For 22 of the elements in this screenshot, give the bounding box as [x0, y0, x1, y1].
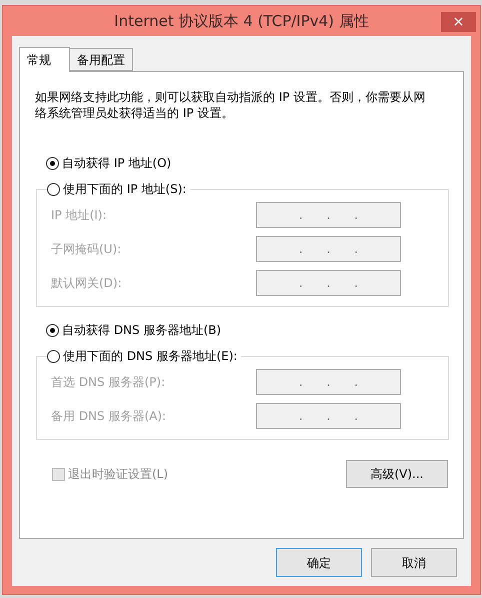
- radio-button[interactable]: [47, 182, 60, 196]
- radio-label: 使用下面的 IP 地址(S):: [63, 181, 186, 198]
- radio-button[interactable]: [46, 156, 59, 170]
- radio-label: 自动获得 DNS 服务器地址(B): [62, 322, 222, 339]
- field-label: 子网掩码(U):: [51, 241, 122, 258]
- radio-label: 使用下面的 DNS 服务器地址(E):: [63, 348, 238, 365]
- field-label: 备用 DNS 服务器(A):: [51, 408, 166, 425]
- dialog-button[interactable]: 确定: [276, 548, 362, 577]
- radio-button[interactable]: [47, 350, 60, 362]
- tab[interactable]: 常规: [19, 47, 70, 72]
- close-button[interactable]: ×: [441, 12, 476, 32]
- field-label: IP 地址(I):: [51, 207, 107, 224]
- field-label: 首选 DNS 服务器(P):: [51, 374, 166, 391]
- checkbox-label: 退出时验证设置(L): [68, 466, 168, 483]
- dialog-button[interactable]: 取消: [371, 548, 457, 577]
- description-text: 如果网络支持此功能，则可以获取自动指派的 IP 设置。否则，你需要从网络系统管理员处获得适当的 IP 设置。: [34, 89, 426, 121]
- field-label: 默认网关(D):: [51, 275, 122, 292]
- radio-button[interactable]: [46, 324, 59, 336]
- window-title: Internet 协议版本 4 (TCP/IPv4) 属性: [114, 10, 369, 32]
- tab[interactable]: 备用配置: [69, 48, 133, 71]
- advanced-button[interactable]: 高级(V)...: [346, 460, 448, 488]
- radio-label: 自动获得 IP 地址(O): [62, 155, 172, 172]
